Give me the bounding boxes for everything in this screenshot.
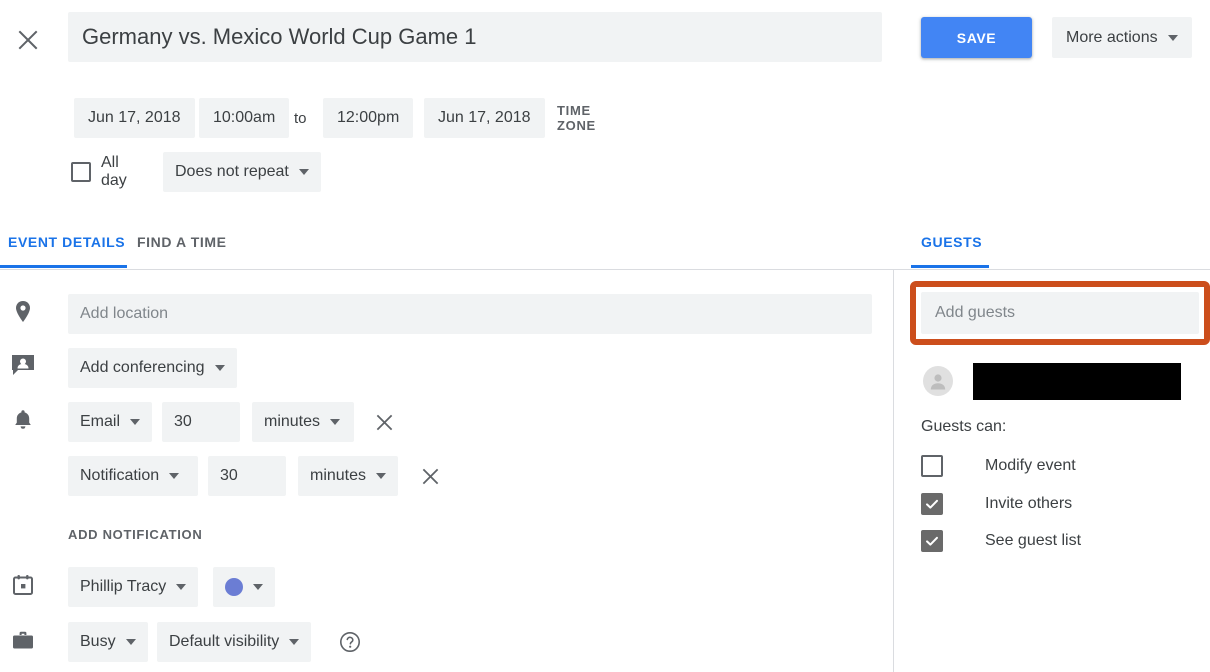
- end-date-field[interactable]: Jun 17, 2018: [424, 98, 545, 138]
- conferencing-icon: [10, 352, 36, 378]
- add-conferencing-dropdown[interactable]: Add conferencing: [68, 348, 237, 388]
- add-conferencing-label: Add conferencing: [80, 359, 205, 376]
- briefcase-icon: [10, 627, 36, 653]
- calendar-owner-dropdown[interactable]: Phillip Tracy: [68, 567, 199, 607]
- tab-guests[interactable]: GUESTS: [921, 230, 982, 268]
- chevron-down-icon: [176, 584, 187, 590]
- event-color-dropdown[interactable]: [213, 567, 275, 607]
- chevron-down-icon: [1167, 34, 1178, 41]
- permission-row-see-guest-list: See guest list: [921, 527, 1081, 555]
- availability-label: Busy: [80, 633, 116, 650]
- chevron-down-icon: [330, 419, 341, 425]
- tab-find-a-time[interactable]: FIND A TIME: [137, 230, 227, 268]
- availability-dropdown[interactable]: Busy: [68, 622, 148, 662]
- recurrence-label: Does not repeat: [175, 163, 289, 180]
- see-guest-list-checkbox[interactable]: [921, 530, 943, 552]
- permission-row-modify-event: Modify event: [921, 452, 1076, 480]
- permission-label: See guest list: [985, 532, 1082, 549]
- notification-type-dropdown[interactable]: Notification: [68, 456, 198, 496]
- tab-bar: EVENT DETAILS FIND A TIME GUESTS: [0, 230, 1210, 270]
- help-circle-icon[interactable]: [330, 622, 370, 662]
- save-button[interactable]: SAVE: [921, 17, 1032, 58]
- notification-unit-label: minutes: [264, 413, 321, 430]
- event-title-input[interactable]: [68, 12, 882, 62]
- start-date-field[interactable]: Jun 17, 2018: [74, 98, 195, 138]
- chevron-down-icon: [214, 365, 225, 371]
- notification-unit-dropdown[interactable]: minutes: [252, 402, 354, 442]
- remove-notification-icon[interactable]: [414, 456, 446, 496]
- visibility-dropdown[interactable]: Default visibility: [157, 622, 312, 662]
- permission-label: Modify event: [985, 457, 1076, 474]
- all-day-label[interactable]: All day: [101, 152, 127, 192]
- remove-notification-icon[interactable]: [368, 402, 400, 442]
- end-time-field[interactable]: 12:00pm: [323, 98, 414, 138]
- chevron-down-icon: [130, 419, 141, 425]
- calendar-owner-label: Phillip Tracy: [80, 578, 167, 595]
- tabs-divider: [0, 269, 1210, 270]
- notification-amount-input[interactable]: [162, 402, 240, 442]
- visibility-label: Default visibility: [169, 633, 280, 650]
- notification-type-dropdown[interactable]: Email: [68, 402, 152, 442]
- chevron-down-icon: [298, 169, 309, 175]
- time-zone-button[interactable]: TIME ZONE: [557, 98, 596, 138]
- more-actions-button[interactable]: More actions: [1052, 17, 1192, 58]
- notification-type-label: Notification: [80, 467, 160, 484]
- tab-event-details[interactable]: EVENT DETAILS: [8, 230, 125, 268]
- add-notification-button[interactable]: ADD NOTIFICATION: [68, 522, 202, 546]
- guests-can-label: Guests can:: [921, 418, 1007, 435]
- event-editor-window: SAVE More actions Jun 17, 2018 10:00am t…: [0, 0, 1210, 672]
- editor-header: SAVE More actions: [0, 0, 1210, 80]
- guest-name-redacted: [973, 363, 1181, 400]
- modify-event-checkbox[interactable]: [921, 455, 943, 477]
- permission-row-invite-others: Invite others: [921, 490, 1072, 518]
- tab-event-details-underline: [0, 265, 127, 268]
- chevron-down-icon: [376, 473, 387, 479]
- location-input[interactable]: [68, 294, 872, 334]
- bell-icon: [10, 407, 36, 433]
- chevron-down-icon: [125, 639, 136, 645]
- notification-unit-label: minutes: [310, 467, 367, 484]
- to-label: to: [294, 109, 307, 127]
- chevron-down-icon: [169, 473, 180, 479]
- start-time-field[interactable]: 10:00am: [199, 98, 290, 138]
- more-actions-label: More actions: [1066, 28, 1158, 46]
- invite-others-checkbox[interactable]: [921, 493, 943, 515]
- add-guests-input[interactable]: [921, 292, 1199, 334]
- close-icon[interactable]: [8, 20, 48, 60]
- permission-label: Invite others: [985, 495, 1073, 512]
- notification-type-label: Email: [80, 413, 121, 430]
- panel-divider: [893, 270, 894, 672]
- color-swatch: [225, 578, 243, 596]
- chevron-down-icon: [253, 584, 263, 590]
- notification-unit-dropdown[interactable]: minutes: [298, 456, 398, 496]
- all-day-checkbox[interactable]: [71, 162, 91, 182]
- tab-guests-underline: [911, 265, 989, 268]
- chevron-down-icon: [289, 639, 300, 645]
- calendar-icon: [10, 572, 36, 598]
- notification-amount-input[interactable]: [208, 456, 286, 496]
- avatar-icon: [923, 366, 953, 396]
- location-pin-icon: [10, 299, 36, 325]
- recurrence-dropdown[interactable]: Does not repeat: [163, 152, 321, 192]
